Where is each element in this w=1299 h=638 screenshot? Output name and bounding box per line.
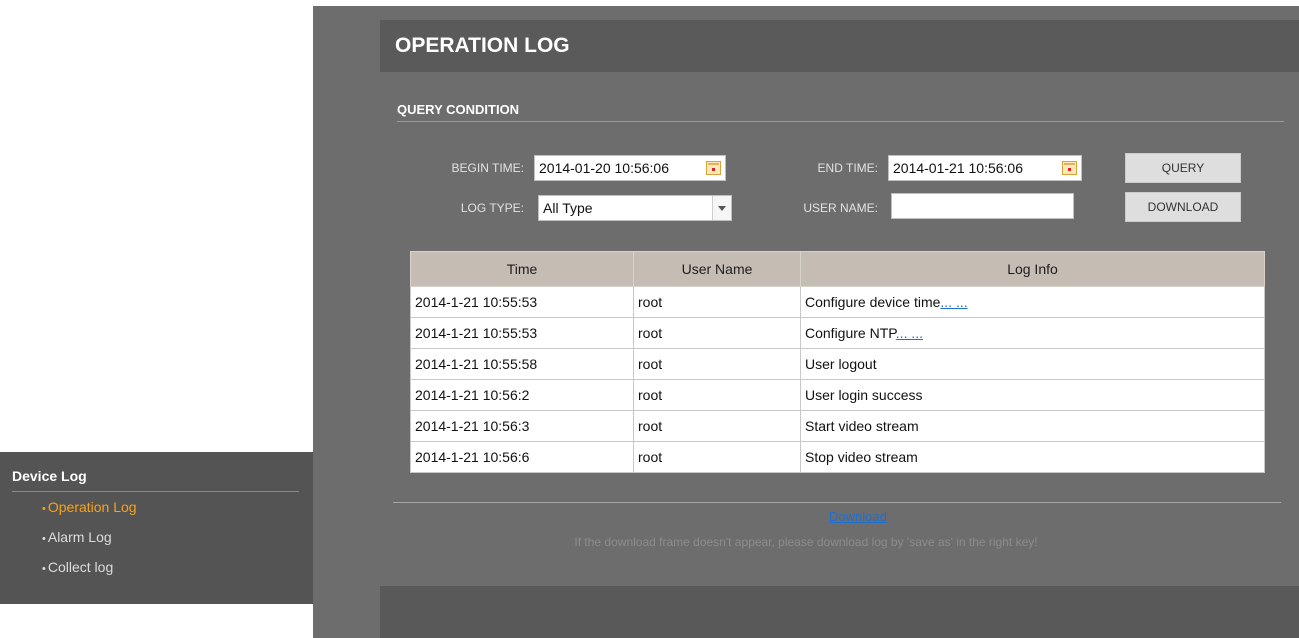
sidebar: Device Log • Operation Log • Alarm Log • Co… [0,452,313,604]
column-header-user-name[interactable]: User Name [633,251,801,287]
table-header-row: Time User Name Log Info [410,251,1265,287]
cell-info: Stop video stream [800,441,1265,473]
sidebar-item-operation-log[interactable]: • Operation Log [42,492,299,522]
log-table: Time User Name Log Info 2014-1-21 10:55:… [410,251,1265,473]
query-condition-header: QUERY CONDITION [397,92,1284,122]
divider [393,502,1281,503]
cell-info: Configure device time... ... [800,286,1265,318]
query-button[interactable]: QUERY [1125,153,1241,183]
cell-user: root [633,286,801,318]
cell-time: 2014-1-21 10:56:6 [410,441,634,473]
table-row: 2014-1-21 10:55:53 root Configure device… [410,286,1265,318]
cell-user: root [633,317,801,349]
info-text: User logout [805,356,877,372]
cell-info: User login success [800,379,1265,411]
log-type-label: LOG TYPE: [460,201,524,215]
download-button[interactable]: DOWNLOAD [1125,192,1241,222]
cell-info: Configure NTP... ... [800,317,1265,349]
user-name-input[interactable] [891,193,1074,219]
sidebar-item-label: Collect log [47,559,114,575]
end-time-input[interactable]: 2014-01-21 10:56:06 [888,155,1082,181]
log-type-value: All Type [543,200,593,216]
download-link[interactable]: Download [829,509,887,524]
table-row: 2014-1-21 10:56:2 root User login succes… [410,379,1265,411]
table-row: 2014-1-21 10:56:6 root Stop video stream [410,441,1265,473]
sidebar-item-label: Alarm Log [47,529,112,545]
table-row: 2014-1-21 10:56:3 root Start video strea… [410,410,1265,442]
sidebar-title: Device Log [12,452,299,492]
page-title: OPERATION LOG [395,34,570,57]
end-time-label: END TIME: [817,161,878,175]
cell-user: root [633,410,801,442]
info-text: Start video stream [805,418,919,434]
sidebar-item-collect-log[interactable]: • Collect log [42,552,299,582]
cell-user: root [633,379,801,411]
bullet-icon: • [42,563,46,575]
download-hint: If the download frame doesn't appear, pl… [574,535,1038,549]
column-header-time[interactable]: Time [410,251,634,287]
calendar-icon[interactable] [1062,161,1077,175]
cell-time: 2014-1-21 10:55:53 [410,286,634,318]
end-time-value: 2014-01-21 10:56:06 [893,160,1023,176]
footer-bar [380,586,1299,638]
more-link[interactable]: ... ... [940,294,967,310]
cell-time: 2014-1-21 10:56:2 [410,379,634,411]
sidebar-item-alarm-log[interactable]: • Alarm Log [42,522,299,552]
user-name-label: USER NAME: [803,201,878,215]
cell-time: 2014-1-21 10:56:3 [410,410,634,442]
begin-time-label: BEGIN TIME: [451,161,524,175]
table-row: 2014-1-21 10:55:58 root User logout [410,348,1265,380]
bullet-icon: • [42,503,46,515]
cell-user: root [633,348,801,380]
bullet-icon: • [42,533,46,545]
chevron-down-icon[interactable] [712,196,731,220]
title-bar: OPERATION LOG [380,20,1299,72]
info-text: Configure NTP [805,325,896,341]
sidebar-menu: • Operation Log • Alarm Log • Collect log [12,492,299,582]
main-panel: OPERATION LOG QUERY CONDITION BEGIN TIME… [313,6,1299,638]
begin-time-input[interactable]: 2014-01-20 10:56:06 [534,155,726,181]
calendar-icon[interactable] [706,161,721,175]
cell-time: 2014-1-21 10:55:58 [410,348,634,380]
more-link[interactable]: ... ... [896,325,923,341]
info-text: Configure device time [805,294,941,310]
info-text: Stop video stream [805,449,918,465]
sidebar-item-label: Operation Log [47,499,137,515]
column-header-log-info[interactable]: Log Info [800,251,1265,287]
cell-info: User logout [800,348,1265,380]
cell-user: root [633,441,801,473]
cell-time: 2014-1-21 10:55:53 [410,317,634,349]
log-type-select[interactable]: All Type [538,195,732,221]
cell-info: Start video stream [800,410,1265,442]
table-row: 2014-1-21 10:55:53 root Configure NTP...… [410,317,1265,349]
info-text: User login success [805,387,923,403]
begin-time-value: 2014-01-20 10:56:06 [539,160,669,176]
